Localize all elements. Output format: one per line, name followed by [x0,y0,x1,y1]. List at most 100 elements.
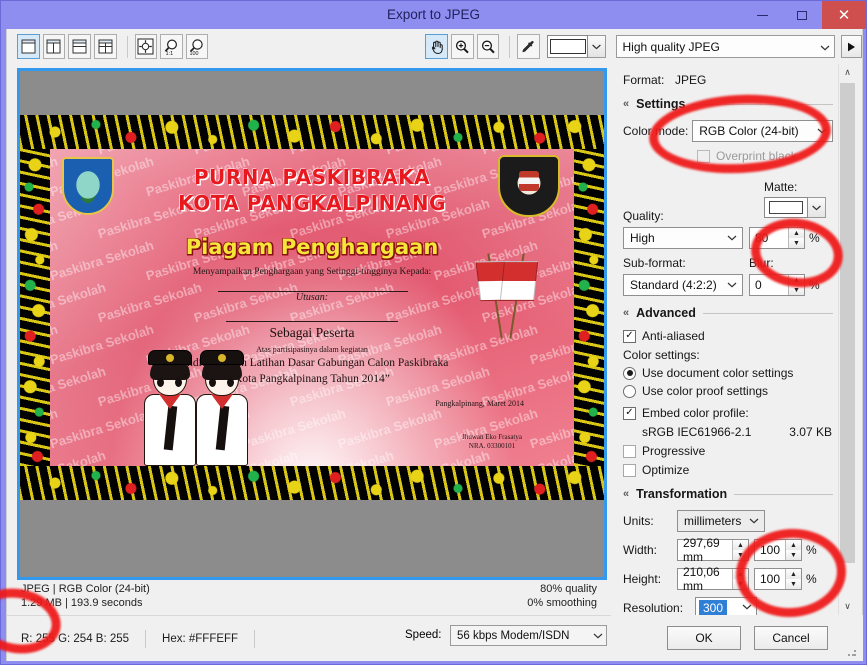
close-button[interactable]: ✕ [822,1,866,29]
stepper-up-icon[interactable]: ▲ [789,275,804,285]
format-value: JPEG [675,73,707,87]
stepper-buttons[interactable]: ▲ ▼ [788,275,804,295]
status-divider-1 [145,630,147,648]
radio-button [623,384,636,398]
resize-grip[interactable] [847,647,857,657]
toolbar-divider-2 [509,35,511,58]
maximize-button[interactable] [782,1,822,29]
resolution-row: Resolution: 300 [623,597,833,615]
resolution-dropdown[interactable]: 300 [695,597,757,615]
status-rgb-readout: R: 255 G: 254 B: 255 [21,633,130,645]
collapse-chevron-icon[interactable]: « [623,307,629,319]
matte-label: Matte: [764,180,798,194]
quality-dropdown[interactable]: High [623,227,743,249]
stepper-buttons[interactable]: ▲ ▼ [785,569,801,589]
stepper-down-icon[interactable]: ▼ [733,579,748,589]
scrollbar-thumb[interactable] [840,83,855,563]
export-to-jpeg-dialog: Export to JPEG ✕ 1:1 100 High quality JP… [0,0,867,665]
overprint-black-checkbox[interactable]: Overprint black [697,149,833,163]
stepper-up-icon[interactable]: ▲ [733,540,748,550]
stepper-up-icon[interactable]: ▲ [789,228,804,238]
height-percent-stepper[interactable]: 100 ▲ ▼ [754,568,802,590]
certificate-signature: Jhuwan Eko Frasatya NRA. 03300101 [462,433,522,451]
scroll-down-icon[interactable]: ∨ [839,598,856,615]
radio-use-document-color-settings[interactable]: Use document color settings [623,366,833,380]
scroll-up-icon[interactable]: ∧ [839,64,856,81]
zoom-100-icon[interactable]: 100 [185,34,209,59]
two-pane-vertical-view-icon[interactable] [42,34,66,59]
units-dropdown[interactable]: millimeters [677,510,765,532]
zoom-in-icon[interactable] [450,34,474,59]
stepper-down-icon[interactable]: ▼ [786,579,801,589]
anti-aliased-checkbox[interactable]: ✓ Anti-aliased [623,329,833,343]
zoom-out-icon[interactable] [476,34,500,59]
subformat-dropdown[interactable]: Standard (4:2:2) [623,274,743,296]
height-percent-value: 100 [760,572,781,586]
hand-tool-icon[interactable] [425,34,448,59]
stepper-buttons[interactable]: ▲ ▼ [732,540,748,560]
zoom-1to1-icon[interactable]: 1:1 [160,34,183,59]
embed-color-profile-checkbox[interactable]: ✓ Embed color profile: [623,406,833,420]
width-row: Width: 297,69 mm ▲ ▼ 100 ▲ ▼ % [623,536,833,564]
settings-panel: Format: JPEG « Settings Color mode: RGB … [611,64,863,615]
transformation-section-header[interactable]: « Transformation [623,487,833,501]
chevron-down-icon [814,126,830,137]
two-pane-horizontal-view-icon[interactable] [68,34,91,59]
advanced-section-header[interactable]: « Advanced [623,306,833,320]
stepper-down-icon[interactable]: ▼ [789,285,804,295]
blur-percent-sign: % [809,278,820,292]
stepper-up-icon[interactable]: ▲ [786,540,801,550]
height-row: Height: 210,06 mm ▲ ▼ 100 ▲ ▼ % [623,565,833,593]
apply-preset-button[interactable] [841,35,862,58]
stepper-up-icon[interactable]: ▲ [733,569,748,579]
stepper-down-icon[interactable]: ▼ [733,550,748,560]
width-stepper[interactable]: 297,69 mm ▲ ▼ [677,536,749,564]
batik-border-left [20,149,50,466]
subformat-value: Standard (4:2:2) [630,278,717,292]
matte-swatch[interactable] [764,197,808,218]
stepper-down-icon[interactable]: ▼ [789,238,804,248]
blur-label: Blur: [749,256,774,270]
stepper-buttons[interactable]: ▲ ▼ [788,228,804,248]
collapse-chevron-icon[interactable]: « [623,488,629,500]
collapse-chevron-icon[interactable]: « [623,98,629,110]
settings-section-header[interactable]: « Settings [623,97,833,111]
ok-button[interactable]: OK [667,626,741,650]
single-pane-view-icon[interactable] [17,34,40,59]
stepper-up-icon[interactable]: ▲ [786,569,801,579]
height-stepper[interactable]: 210,06 mm ▲ ▼ [677,565,749,593]
certificate-kepada-line: Menyampaikan Penghargaan yang Setinggi-t… [192,267,432,277]
stepper-down-icon[interactable]: ▼ [786,550,801,560]
optimize-label: Optimize [642,463,690,477]
width-percent-stepper[interactable]: 100 ▲ ▼ [754,539,802,561]
preset-dropdown[interactable]: High quality JPEG [615,35,836,58]
speed-dropdown[interactable]: 56 kbps Modem/ISDN [450,625,607,646]
minimize-button[interactable] [742,1,782,29]
color-mode-dropdown[interactable]: RGB Color (24-bit) [692,120,833,142]
certificate-place-date: Pangkalpinang, Maret 2014 [435,399,524,408]
fit-to-window-icon[interactable] [134,34,158,59]
stepper-buttons[interactable]: ▲ ▼ [785,540,801,560]
matte-swatch-fill [769,201,803,214]
matte-dropdown-icon[interactable] [808,197,826,218]
stepper-buttons[interactable]: ▲ ▼ [732,569,748,589]
optimize-checkbox[interactable]: Optimize [623,463,833,477]
certificate-role: Sebagai Peserta [269,325,355,340]
status-hex-readout: Hex: #FFFEFF [162,633,239,645]
status-divider-2 [254,630,256,648]
blur-stepper[interactable]: 0 ▲ ▼ [749,274,805,296]
profile-info-row: sRGB IEC61966-2.1 3.07 KB [642,425,832,439]
preview-canvas[interactable]: Paskibra SekolahPaskibra SekolahPaskibra… [17,68,607,580]
radio-proof-label: Use color proof settings [642,384,769,398]
color-swatch-dropdown-icon[interactable] [588,35,606,58]
quality-percent-stepper[interactable]: 80 ▲ ▼ [749,227,805,249]
progressive-checkbox[interactable]: Progressive [623,444,833,458]
four-pane-view-icon[interactable] [93,34,117,59]
panel-scrollbar[interactable]: ∧ ∨ [838,64,856,615]
eyedropper-icon[interactable] [517,34,540,59]
cancel-button[interactable]: Cancel [754,626,828,650]
quality-percent-value: 80 [755,231,769,245]
color-swatch[interactable] [546,35,589,58]
radio-use-color-proof-settings[interactable]: Use color proof settings [623,384,833,398]
color-swatch-fill [549,39,586,54]
